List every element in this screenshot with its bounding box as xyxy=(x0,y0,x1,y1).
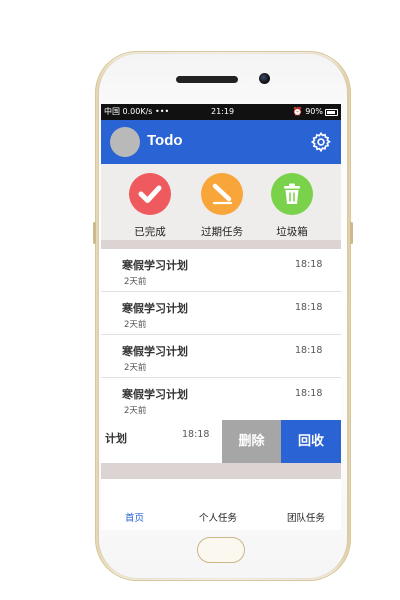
quick-action-completed[interactable]: 已完成 xyxy=(120,173,180,239)
power-button xyxy=(350,222,353,244)
volume-button xyxy=(93,222,96,244)
task-time: 18:18 xyxy=(295,388,323,399)
task-row[interactable]: 寒假学习计划 2天前 18:18 xyxy=(101,249,341,292)
tab-home[interactable]: 首页 xyxy=(125,510,144,524)
quick-action-label: 已完成 xyxy=(134,226,166,238)
task-row[interactable]: 寒假学习计划 2天前 18:18 xyxy=(101,292,341,335)
task-ago: 2天前 xyxy=(124,406,147,416)
status-network: 中国 0.00K/s ••• xyxy=(104,107,170,116)
task-title: 寒假学习计划 xyxy=(122,388,188,401)
task-row[interactable]: 寒假学习计划 2天前 18:18 xyxy=(101,335,341,378)
swiped-task-row[interactable]: 计划 18:18 删除 回收 xyxy=(101,420,341,463)
earpiece xyxy=(176,76,238,83)
task-title: 计划 xyxy=(105,432,127,445)
tab-team-tasks[interactable]: 团队任务 xyxy=(287,510,325,524)
quick-actions: 已完成 过期任务 垃圾箱 xyxy=(101,164,341,240)
bottom-tab-bar: 首页 个人任务 团队任务 xyxy=(101,479,341,530)
task-title: 寒假学习计划 xyxy=(122,302,188,315)
task-list: 寒假学习计划 2天前 18:18 寒假学习计划 2天前 18:18 寒假学习计划… xyxy=(101,249,341,421)
task-row[interactable]: 寒假学习计划 2天前 18:18 xyxy=(101,378,341,421)
status-bar: 中国 0.00K/s ••• 21:19 ⏰ 90% xyxy=(101,104,341,120)
gear-icon xyxy=(310,131,331,153)
section-divider xyxy=(101,240,341,249)
task-title: 寒假学习计划 xyxy=(122,259,188,272)
app-screen: 中国 0.00K/s ••• 21:19 ⏰ 90% Todo 已完成 过期任务… xyxy=(101,104,341,530)
quick-action-overdue[interactable]: 过期任务 xyxy=(192,173,252,239)
delete-button[interactable]: 删除 xyxy=(222,420,281,463)
pencil-icon xyxy=(201,173,243,215)
status-time: 21:19 xyxy=(211,107,235,116)
app-header: Todo xyxy=(101,120,341,164)
task-time: 18:18 xyxy=(182,429,210,440)
task-title: 寒假学习计划 xyxy=(122,345,188,358)
tab-personal-tasks[interactable]: 个人任务 xyxy=(199,510,237,524)
trash-icon xyxy=(271,173,313,215)
home-button[interactable] xyxy=(197,537,245,563)
list-footer xyxy=(101,463,341,479)
avatar[interactable] xyxy=(110,127,140,157)
task-ago: 2天前 xyxy=(124,277,147,287)
recycle-button[interactable]: 回收 xyxy=(281,420,341,463)
task-time: 18:18 xyxy=(295,259,323,270)
battery-icon xyxy=(325,109,338,116)
task-ago: 2天前 xyxy=(124,363,147,373)
settings-button[interactable] xyxy=(310,131,332,153)
quick-action-trash[interactable]: 垃圾箱 xyxy=(262,173,322,239)
task-time: 18:18 xyxy=(295,345,323,356)
page-title: Todo xyxy=(147,132,183,149)
front-camera xyxy=(259,73,270,84)
task-ago: 2天前 xyxy=(124,320,147,330)
quick-action-label: 过期任务 xyxy=(201,226,243,238)
task-time: 18:18 xyxy=(295,302,323,313)
check-icon xyxy=(129,173,171,215)
status-battery-text: ⏰ 90% xyxy=(292,107,323,116)
quick-action-label: 垃圾箱 xyxy=(276,226,308,238)
